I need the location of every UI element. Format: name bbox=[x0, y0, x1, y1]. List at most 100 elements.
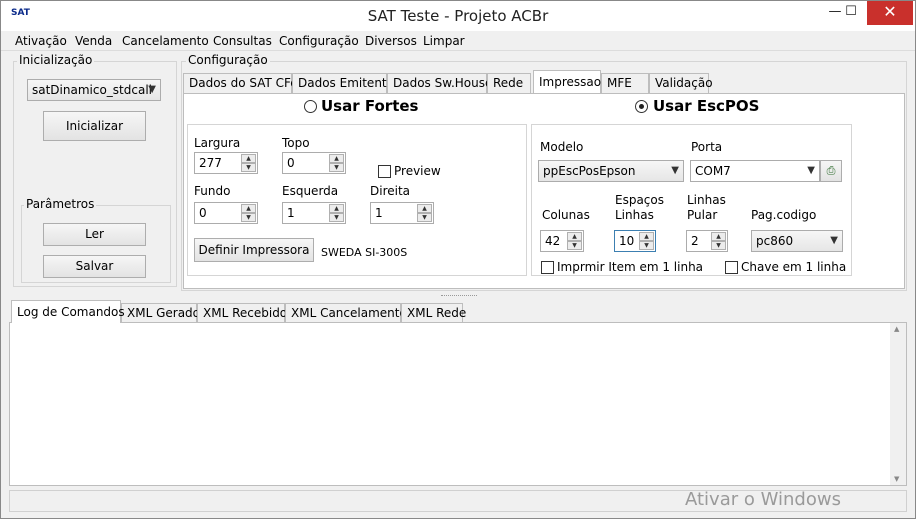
spin-down-icon[interactable]: ▼ bbox=[639, 241, 654, 250]
window-title: SAT Teste - Projeto ACBr bbox=[367, 7, 549, 25]
spin-down-icon[interactable]: ▼ bbox=[329, 213, 344, 222]
spin-down-icon[interactable]: ▼ bbox=[567, 241, 582, 250]
use-fortes-label: Usar Fortes bbox=[321, 97, 419, 115]
windows-activation-watermark: Ativar o Windows bbox=[685, 489, 841, 510]
library-value: satDinamico_stdcall bbox=[32, 83, 152, 97]
scroll-down-icon[interactable]: ▼ bbox=[894, 475, 899, 483]
tab-impressao[interactable]: Impressao bbox=[533, 70, 601, 93]
topo-spinner[interactable]: 0 ▲ ▼ bbox=[282, 152, 346, 174]
printer-settings-icon[interactable]: ⎙ bbox=[820, 160, 842, 182]
scroll-up-icon[interactable]: ▲ bbox=[894, 325, 899, 333]
spin-down-icon[interactable]: ▼ bbox=[711, 241, 726, 250]
porta-select[interactable]: COM7 ▼ bbox=[690, 160, 820, 182]
log-text-area[interactable]: ▲ ▼ bbox=[9, 322, 907, 486]
pagcodigo-select[interactable]: pc860 ▼ bbox=[751, 230, 843, 252]
chevron-down-icon: ▼ bbox=[148, 84, 156, 95]
log-vertical-scrollbar[interactable]: ▲ ▼ bbox=[890, 323, 906, 485]
spin-up-icon[interactable]: ▲ bbox=[241, 154, 256, 163]
fundo-spinner[interactable]: 0 ▲ ▼ bbox=[194, 202, 258, 224]
spin-up-icon[interactable]: ▲ bbox=[241, 204, 256, 213]
spin-up-icon[interactable]: ▲ bbox=[567, 232, 582, 241]
menu-cancelamento[interactable]: Cancelamento bbox=[122, 34, 209, 48]
tab-log-comandos[interactable]: Log de Comandos bbox=[11, 300, 125, 323]
spin-down-icon[interactable]: ▼ bbox=[329, 163, 344, 172]
tab-xml-rede[interactable]: XML Rede bbox=[401, 303, 466, 323]
colunas-spinner[interactable]: 42 ▲ ▼ bbox=[540, 230, 584, 252]
imprimir-item-label: Imprmir Item em 1 linha bbox=[557, 260, 704, 274]
use-fortes-radio[interactable] bbox=[304, 100, 317, 113]
modelo-select[interactable]: ppEscPosEpson ▼ bbox=[538, 160, 684, 182]
espacos-linhas-label: Linhas bbox=[615, 208, 654, 222]
esquerda-value: 1 bbox=[287, 206, 295, 220]
use-escpos-label: Usar EscPOS bbox=[653, 97, 760, 115]
colunas-value: 42 bbox=[545, 234, 561, 248]
use-escpos-radio[interactable] bbox=[635, 100, 648, 113]
direita-value: 1 bbox=[375, 206, 383, 220]
tab-mfe[interactable]: MFE bbox=[601, 73, 649, 93]
splitter-handle[interactable] bbox=[441, 295, 477, 298]
tab-rede[interactable]: Rede bbox=[487, 73, 531, 93]
direita-label: Direita bbox=[370, 184, 411, 198]
spin-down-icon[interactable]: ▼ bbox=[417, 213, 432, 222]
linhas-pular-spinner[interactable]: 2 ▲ ▼ bbox=[686, 230, 728, 252]
esquerda-label: Esquerda bbox=[282, 184, 339, 198]
menu-bar: Ativação Venda Cancelamento Consultas Co… bbox=[1, 31, 915, 51]
spin-up-icon[interactable]: ▲ bbox=[639, 232, 654, 241]
spin-up-icon[interactable]: ▲ bbox=[329, 154, 344, 163]
define-printer-button[interactable]: Definir Impressora bbox=[194, 238, 314, 262]
library-select[interactable]: satDinamico_stdcall ▼ bbox=[27, 79, 161, 101]
fundo-value: 0 bbox=[199, 206, 207, 220]
spin-up-icon[interactable]: ▲ bbox=[711, 232, 726, 241]
tab-xml-gerado[interactable]: XML Gerado bbox=[121, 303, 200, 323]
espacos-linhas-spinner[interactable]: 10 ▲ ▼ bbox=[614, 230, 656, 252]
topo-value: 0 bbox=[287, 156, 295, 170]
tab-xml-recebido[interactable]: XML Recebido bbox=[197, 303, 287, 323]
espacos-value: 10 bbox=[619, 234, 635, 248]
preview-label: Preview bbox=[394, 164, 441, 178]
tab-dados-sw-house[interactable]: Dados Sw.House bbox=[387, 73, 492, 93]
menu-consultas[interactable]: Consultas bbox=[213, 34, 272, 48]
close-button[interactable]: ✕ bbox=[867, 1, 913, 25]
chevron-down-icon: ▼ bbox=[830, 235, 838, 246]
imprimir-item-checkbox[interactable] bbox=[541, 261, 554, 274]
maximize-button[interactable]: ☐ bbox=[835, 1, 867, 25]
direita-spinner[interactable]: 1 ▲ ▼ bbox=[370, 202, 434, 224]
preview-checkbox[interactable] bbox=[378, 165, 391, 178]
porta-label: Porta bbox=[691, 140, 723, 154]
modelo-value: ppEscPosEpson bbox=[543, 164, 636, 178]
initialize-button[interactable]: Inicializar bbox=[43, 111, 146, 141]
menu-limpar[interactable]: Limpar bbox=[423, 34, 465, 48]
init-group-label: Inicialização bbox=[17, 53, 95, 67]
linhas-pular-label: Pular bbox=[687, 208, 718, 222]
pagcodigo-value: pc860 bbox=[756, 234, 794, 248]
spin-down-icon[interactable]: ▼ bbox=[241, 213, 256, 222]
tab-xml-cancelamento[interactable]: XML Cancelamento bbox=[285, 303, 407, 323]
modelo-label: Modelo bbox=[540, 140, 584, 154]
spin-down-icon[interactable]: ▼ bbox=[241, 163, 256, 172]
read-button[interactable]: Ler bbox=[43, 223, 146, 246]
tab-validacao[interactable]: Validação bbox=[649, 73, 713, 93]
largura-value: 277 bbox=[199, 156, 222, 170]
linhas-pular-value: 2 bbox=[691, 234, 699, 248]
tab-dados-sat-cfe[interactable]: Dados do SAT CFe bbox=[183, 73, 298, 93]
largura-label: Largura bbox=[194, 136, 241, 150]
app-window: SAT SAT Teste - Projeto ACBr — ☐ ✕ Ativa… bbox=[0, 0, 916, 519]
title-bar: SAT SAT Teste - Projeto ACBr — ☐ ✕ bbox=[1, 1, 915, 31]
menu-ativacao[interactable]: Ativação bbox=[15, 34, 67, 48]
menu-venda[interactable]: Venda bbox=[75, 34, 112, 48]
config-group-label: Configuração bbox=[186, 53, 270, 67]
spin-up-icon[interactable]: ▲ bbox=[417, 204, 432, 213]
save-button[interactable]: Salvar bbox=[43, 255, 146, 278]
topo-label: Topo bbox=[282, 136, 310, 150]
chave-checkbox[interactable] bbox=[725, 261, 738, 274]
linhas-label: Linhas bbox=[687, 193, 726, 207]
tab-dados-emitente[interactable]: Dados Emitente bbox=[292, 73, 394, 93]
esquerda-spinner[interactable]: 1 ▲ ▼ bbox=[282, 202, 346, 224]
params-group-label: Parâmetros bbox=[24, 197, 97, 211]
menu-configuracao[interactable]: Configuração bbox=[279, 34, 359, 48]
largura-spinner[interactable]: 277 ▲ ▼ bbox=[194, 152, 258, 174]
spin-up-icon[interactable]: ▲ bbox=[329, 204, 344, 213]
menu-diversos[interactable]: Diversos bbox=[365, 34, 417, 48]
pagcodigo-label: Pag.codigo bbox=[751, 208, 817, 222]
printer-name: SWEDA SI-300S bbox=[321, 246, 408, 259]
